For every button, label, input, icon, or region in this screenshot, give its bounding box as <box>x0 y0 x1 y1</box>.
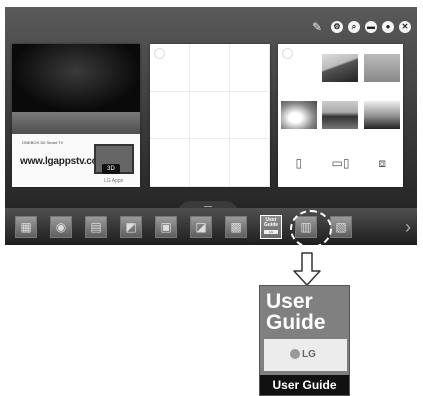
device-item[interactable]: ⧈ <box>361 139 403 187</box>
app-3[interactable]: ▤ <box>85 216 107 238</box>
chevron-right-icon[interactable]: › <box>405 215 411 239</box>
phone-icon: ▯ <box>295 156 303 171</box>
app-2[interactable]: ◉ <box>50 216 72 238</box>
device-item[interactable]: ▭▯ <box>320 139 362 187</box>
photo-thumbnail[interactable] <box>361 92 403 140</box>
zoom-title-line2: Guide <box>266 311 326 334</box>
grid-cell[interactable] <box>230 44 270 92</box>
landscape-photo <box>322 53 359 82</box>
advert-brand: LG Apps <box>104 178 124 184</box>
app-5[interactable]: ▣ <box>155 216 177 238</box>
lg-logo-icon <box>290 349 300 360</box>
user-guide-mini-logo: LG <box>264 230 278 234</box>
app-7[interactable]: ▩ <box>225 216 247 238</box>
photo-thumbnail[interactable] <box>278 92 320 140</box>
app-1[interactable]: ▦ <box>15 216 37 238</box>
grid-cell[interactable] <box>230 91 270 140</box>
settings-icon[interactable]: ⚙ <box>331 21 343 33</box>
bridge-photo <box>364 101 401 130</box>
app-4[interactable]: ◩ <box>120 216 142 238</box>
app-6[interactable]: ◪ <box>190 216 212 238</box>
user-icon[interactable]: ● <box>382 21 394 33</box>
lg-logo: LG <box>290 349 316 360</box>
top-icon-bar: ✎ ⚙ ⌕ ▬ ● ✕ <box>310 21 411 33</box>
photo-card[interactable]: ▯ ▭▯ ⧈ <box>278 44 403 187</box>
lg-logo-text: LG <box>302 349 316 360</box>
down-arrow-icon <box>293 252 321 286</box>
grid-cell[interactable] <box>190 44 230 92</box>
device-item[interactable]: ▯ <box>278 139 320 187</box>
lg-apps-advert[interactable]: ONEBOX 3D Smart TV www.lgappstv.com 3D L… <box>12 134 140 187</box>
grid-cell[interactable] <box>230 139 270 187</box>
loading-icon <box>154 48 165 59</box>
smart-tv-home-screen: ✎ ⚙ ⌕ ▬ ● ✕ ONEBOX 3D Smart TV www.lgapp… <box>5 7 417 245</box>
zoom-title: User Guide <box>266 291 326 333</box>
channel-strip <box>12 112 140 134</box>
bird-photo <box>364 53 401 82</box>
photo-thumbnail[interactable] <box>320 92 362 140</box>
premium-grid <box>150 44 270 187</box>
advert-small-text: ONEBOX 3D Smart TV <box>22 140 64 145</box>
zoom-logo-area: LG <box>264 339 347 371</box>
input-icon[interactable]: ▬ <box>365 21 377 33</box>
loading-icon <box>282 48 293 59</box>
user-guide-zoom: User Guide LG User Guide <box>259 285 350 396</box>
selection-highlight <box>290 210 332 245</box>
premium-card[interactable] <box>150 44 270 187</box>
grid-cell[interactable] <box>190 139 230 187</box>
grid-cell[interactable] <box>150 139 190 187</box>
computer-icon: ▭▯ <box>331 156 350 171</box>
zoom-caption: User Guide <box>260 375 349 395</box>
photo-grid: ▯ ▭▯ ⧈ <box>278 44 403 187</box>
edit-icon[interactable]: ✎ <box>310 21 324 33</box>
app-10[interactable]: ▧ <box>330 216 352 238</box>
grid-cell[interactable] <box>150 91 190 140</box>
search-icon[interactable]: ⌕ <box>348 21 360 33</box>
3d-badge: 3D <box>102 164 120 174</box>
user-guide-app[interactable]: User Guide LG <box>260 215 282 239</box>
zoom-title-line1: User <box>266 290 313 313</box>
photo-thumbnail[interactable] <box>361 44 403 92</box>
user-guide-line2: Guide <box>263 222 279 228</box>
photo-thumbnail[interactable] <box>320 44 362 92</box>
live-tv-card[interactable]: ONEBOX 3D Smart TV www.lgappstv.com 3D L… <box>12 44 140 187</box>
live-tv-video[interactable] <box>12 44 140 112</box>
grid-cell[interactable] <box>190 91 230 140</box>
usb-icon: ⧈ <box>378 155 386 170</box>
close-icon[interactable]: ✕ <box>399 21 411 33</box>
puppy-photo <box>280 101 317 130</box>
grid-cell[interactable] <box>278 44 320 92</box>
city-photo <box>322 101 359 130</box>
